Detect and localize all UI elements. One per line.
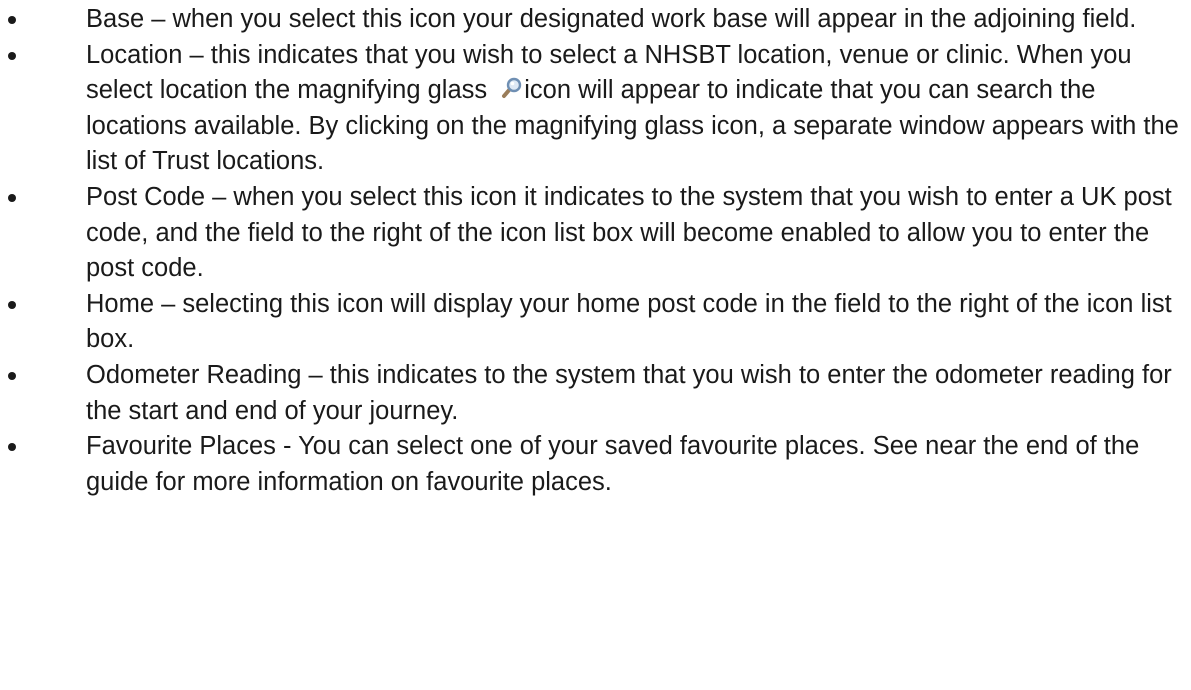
- document-body: Base – when you select this icon your de…: [0, 2, 1191, 500]
- bullet-item-odometer: Odometer Reading – this indicates to the…: [0, 358, 1191, 429]
- bullet-item-base: Base – when you select this icon your de…: [0, 2, 1191, 38]
- bullet-marker: [8, 300, 16, 309]
- bullet-text-post-code: Post Code – when you select this icon it…: [86, 182, 1172, 283]
- bullet-text-base: Base – when you select this icon your de…: [86, 5, 1137, 33]
- bullet-marker: [8, 51, 16, 60]
- bullet-item-post-code: Post Code – when you select this icon it…: [0, 180, 1191, 287]
- bullet-text-home: Home – selecting this icon will display …: [86, 289, 1172, 354]
- magnifying-glass-icon: [502, 77, 522, 99]
- bullet-list: Base – when you select this icon your de…: [0, 2, 1191, 500]
- bullet-item-favourite-places: Favourite Places - You can select one of…: [0, 429, 1191, 500]
- bullet-item-home: Home – selecting this icon will display …: [0, 287, 1191, 358]
- bullet-marker: [8, 16, 16, 24]
- bullet-text-favourite-places: Favourite Places - You can select one of…: [86, 432, 1140, 496]
- bullet-marker: [8, 193, 16, 202]
- bullet-marker: [8, 371, 16, 380]
- bullet-item-location: Location – this indicates that you wish …: [0, 38, 1191, 180]
- bullet-text-odometer: Odometer Reading – this indicates to the…: [86, 360, 1172, 425]
- bullet-marker: [8, 443, 16, 452]
